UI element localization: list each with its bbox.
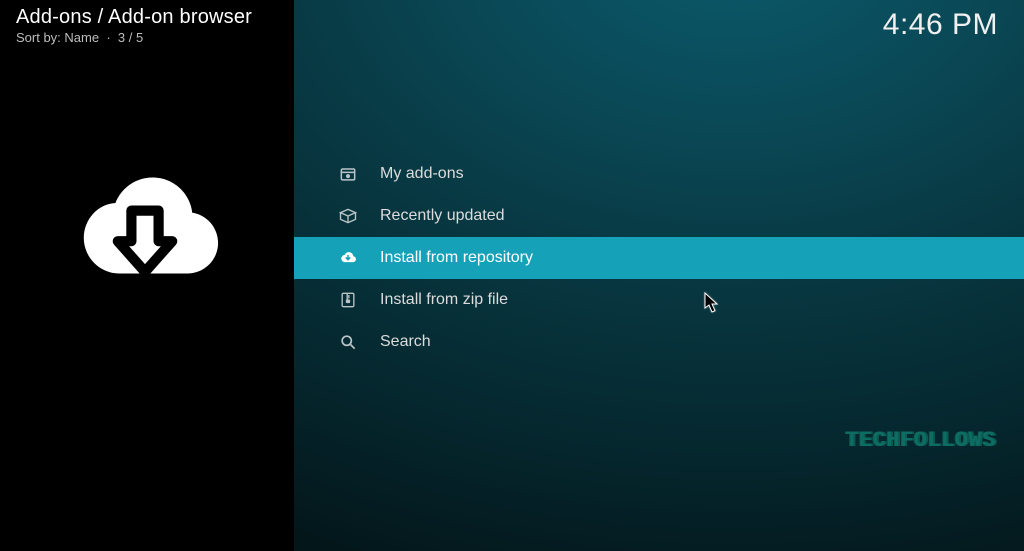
sort-prefix: Sort by:	[16, 30, 61, 45]
sort-value: Name	[64, 30, 99, 45]
watermark: TECHFOLLOWS	[845, 428, 996, 453]
open-box-icon	[336, 204, 360, 228]
sidebar-panel: Add-ons / Add-on browser Sort by: Name ·…	[0, 0, 294, 551]
cloud-download-icon	[336, 246, 360, 270]
menu-item-label: Search	[380, 333, 431, 351]
menu-item-label: Install from zip file	[380, 291, 508, 309]
sort-indicator: Sort by: Name · 3 / 5	[16, 30, 143, 45]
menu-item-recently-updated[interactable]: Recently updated	[294, 195, 1024, 237]
menu-item-install-from-zip[interactable]: Install from zip file	[294, 279, 1024, 321]
menu-item-my-addons[interactable]: My add-ons	[294, 153, 1024, 195]
menu-item-label: Install from repository	[380, 249, 533, 267]
main-panel: 4:46 PM My add-ons Recently updated	[294, 0, 1024, 551]
cloud-download-hero-icon	[60, 146, 230, 316]
menu-item-label: Recently updated	[380, 207, 505, 225]
addons-box-icon	[336, 162, 360, 186]
menu-item-search[interactable]: Search	[294, 321, 1024, 363]
menu-list: My add-ons Recently updated Install from…	[294, 153, 1024, 363]
menu-item-install-from-repository[interactable]: Install from repository	[294, 237, 1024, 279]
zip-file-icon	[336, 288, 360, 312]
menu-item-label: My add-ons	[380, 165, 464, 183]
search-icon	[336, 330, 360, 354]
clock: 4:46 PM	[883, 8, 998, 42]
breadcrumb: Add-ons / Add-on browser	[16, 6, 252, 29]
item-position: 3 / 5	[118, 30, 143, 45]
mouse-cursor-icon	[704, 292, 720, 314]
